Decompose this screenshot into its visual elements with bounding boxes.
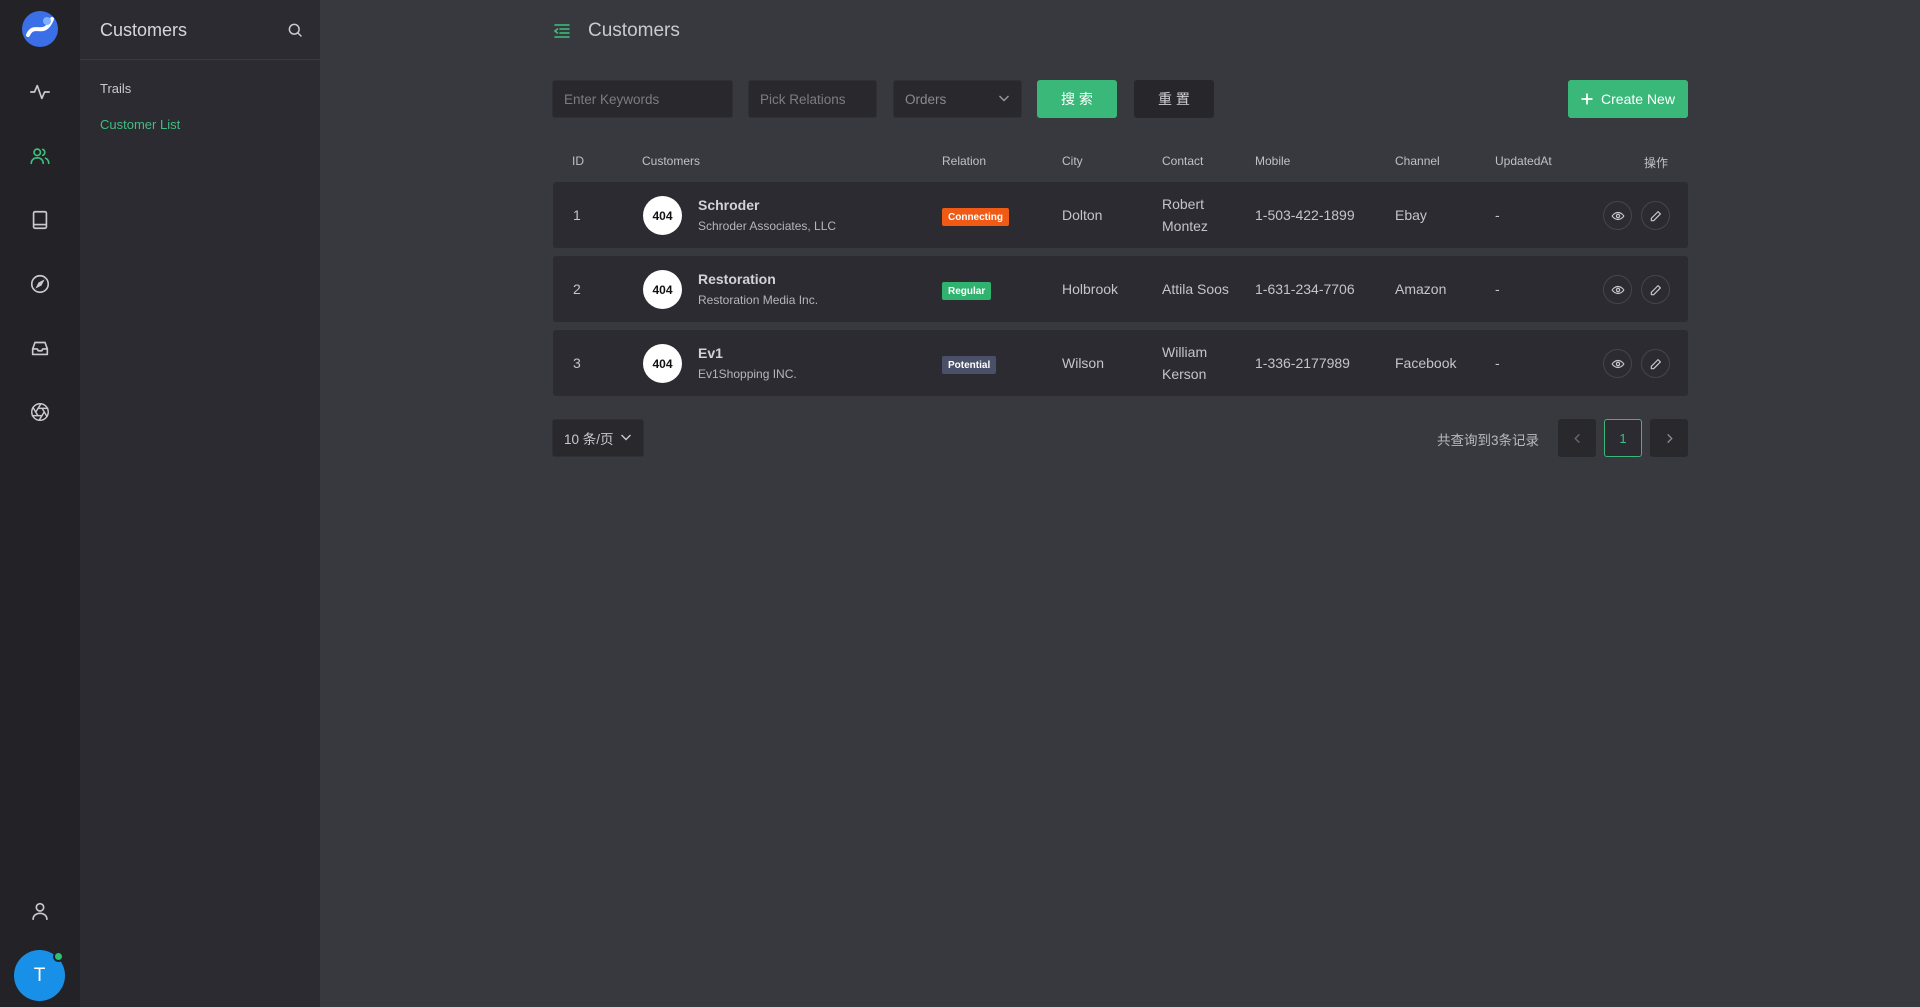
table-row: 2 404 Restoration Restoration Media Inc.…: [553, 256, 1688, 322]
inbox-icon[interactable]: [24, 332, 56, 364]
book-icon[interactable]: [24, 204, 56, 236]
column-header-channel: Channel: [1395, 154, 1440, 168]
sidebar-title: Customers: [100, 20, 188, 40]
page-size-value: 10 条/页: [564, 432, 614, 447]
column-header-actions: 操作: [1644, 156, 1669, 170]
activity-icon[interactable]: [24, 76, 56, 108]
prev-page-button[interactable]: [1558, 419, 1596, 457]
view-eye-icon[interactable]: [1603, 201, 1632, 230]
cell-contact-line1: Attila Soos: [1162, 281, 1229, 297]
icon-rail: T: [0, 0, 80, 1007]
relation-badge: Regular: [942, 282, 992, 300]
edit-pencil-icon[interactable]: [1641, 349, 1670, 378]
main-content: Customers Orders 搜 索 重 置 Create New ID C…: [320, 0, 1920, 1007]
create-new-button[interactable]: Create New: [1568, 80, 1688, 118]
column-header-updated-at: UpdatedAt: [1495, 154, 1552, 168]
column-header-customers: Customers: [642, 154, 701, 168]
column-header-mobile: Mobile: [1255, 154, 1291, 168]
aperture-icon[interactable]: [24, 396, 56, 428]
view-eye-icon[interactable]: [1603, 275, 1632, 304]
sidebar-item-customer-list[interactable]: Customer List: [100, 117, 180, 132]
reset-button[interactable]: 重 置: [1134, 80, 1214, 118]
customer-avatar: 404: [643, 344, 682, 383]
cell-updated-at: -: [1495, 207, 1500, 223]
cell-id: 2: [573, 281, 581, 297]
menu-collapse-icon[interactable]: [552, 21, 572, 41]
column-header-id: ID: [572, 154, 584, 168]
user-avatar[interactable]: T: [14, 950, 65, 1001]
cell-contact-line2: Montez: [1162, 218, 1208, 234]
total-records-text: 共查询到3条记录: [1437, 433, 1540, 448]
chevron-down-icon: [998, 92, 1010, 107]
cell-mobile: 1-336-2177989: [1255, 355, 1350, 371]
cell-updated-at: -: [1495, 281, 1500, 297]
relations-input[interactable]: [748, 80, 877, 118]
edit-pencil-icon[interactable]: [1641, 201, 1670, 230]
page-size-select[interactable]: 10 条/页: [552, 419, 644, 457]
orders-select-placeholder: Orders: [905, 91, 947, 107]
relation-badge: Connecting: [942, 208, 1009, 226]
cell-city: Holbrook: [1062, 281, 1119, 297]
column-header-relation: Relation: [942, 154, 987, 168]
table-row: 3 404 Ev1 Ev1Shopping INC. Potential Wil…: [553, 330, 1688, 396]
edit-pencil-icon[interactable]: [1641, 275, 1670, 304]
cell-mobile: 1-503-422-1899: [1255, 207, 1355, 223]
customer-avatar: 404: [643, 196, 682, 235]
create-new-label: Create New: [1601, 91, 1675, 107]
table-row: 1 404 Schroder Schroder Associates, LLC …: [553, 182, 1688, 248]
users-icon[interactable]: [24, 140, 56, 172]
customer-company: Schroder Associates, LLC: [698, 219, 837, 233]
cell-updated-at: -: [1495, 355, 1500, 371]
cell-channel: Ebay: [1395, 207, 1427, 223]
profile-icon[interactable]: [24, 895, 56, 927]
column-header-contact: Contact: [1162, 154, 1204, 168]
column-header-city: City: [1062, 154, 1083, 168]
customer-name[interactable]: Ev1: [698, 345, 723, 361]
orders-select[interactable]: Orders: [893, 80, 1022, 118]
relation-badge: Potential: [942, 356, 997, 374]
sidebar-header: Customers: [80, 0, 320, 60]
customer-name[interactable]: Restoration: [698, 271, 776, 287]
cell-contact-line2: Kerson: [1162, 366, 1207, 382]
online-status-dot: [53, 951, 64, 962]
view-eye-icon[interactable]: [1603, 349, 1632, 378]
cell-channel: Amazon: [1395, 281, 1447, 297]
cell-id: 1: [573, 207, 581, 223]
cell-contact-line1: Robert: [1162, 196, 1205, 212]
search-button[interactable]: 搜 索: [1037, 80, 1117, 118]
plus-icon: [1581, 93, 1593, 105]
keywords-input[interactable]: [552, 80, 733, 118]
user-initial: T: [33, 964, 46, 986]
customer-name[interactable]: Schroder: [698, 197, 759, 213]
sidebar-item-trails[interactable]: Trails: [100, 81, 131, 96]
cell-city: Dolton: [1062, 207, 1103, 223]
page-title: Customers: [588, 20, 680, 41]
next-page-button[interactable]: [1650, 419, 1688, 457]
cell-contact-line1: William: [1162, 344, 1208, 360]
chevron-down-icon: [620, 431, 632, 446]
secondary-sidebar: Customers Trails Customer List: [80, 0, 320, 1007]
app-logo-icon[interactable]: [20, 9, 60, 49]
customer-company: Restoration Media Inc.: [698, 293, 819, 307]
compass-icon[interactable]: [24, 268, 56, 300]
cell-mobile: 1-631-234-7706: [1255, 281, 1355, 297]
customer-company: Ev1Shopping INC.: [698, 367, 797, 381]
page-number-button[interactable]: 1: [1604, 419, 1642, 457]
cell-id: 3: [573, 355, 581, 371]
cell-city: Wilson: [1062, 355, 1105, 371]
customer-avatar: 404: [643, 270, 682, 309]
page-header: Customers: [552, 20, 680, 42]
search-icon[interactable]: [286, 21, 304, 39]
cell-channel: Facebook: [1395, 355, 1457, 371]
